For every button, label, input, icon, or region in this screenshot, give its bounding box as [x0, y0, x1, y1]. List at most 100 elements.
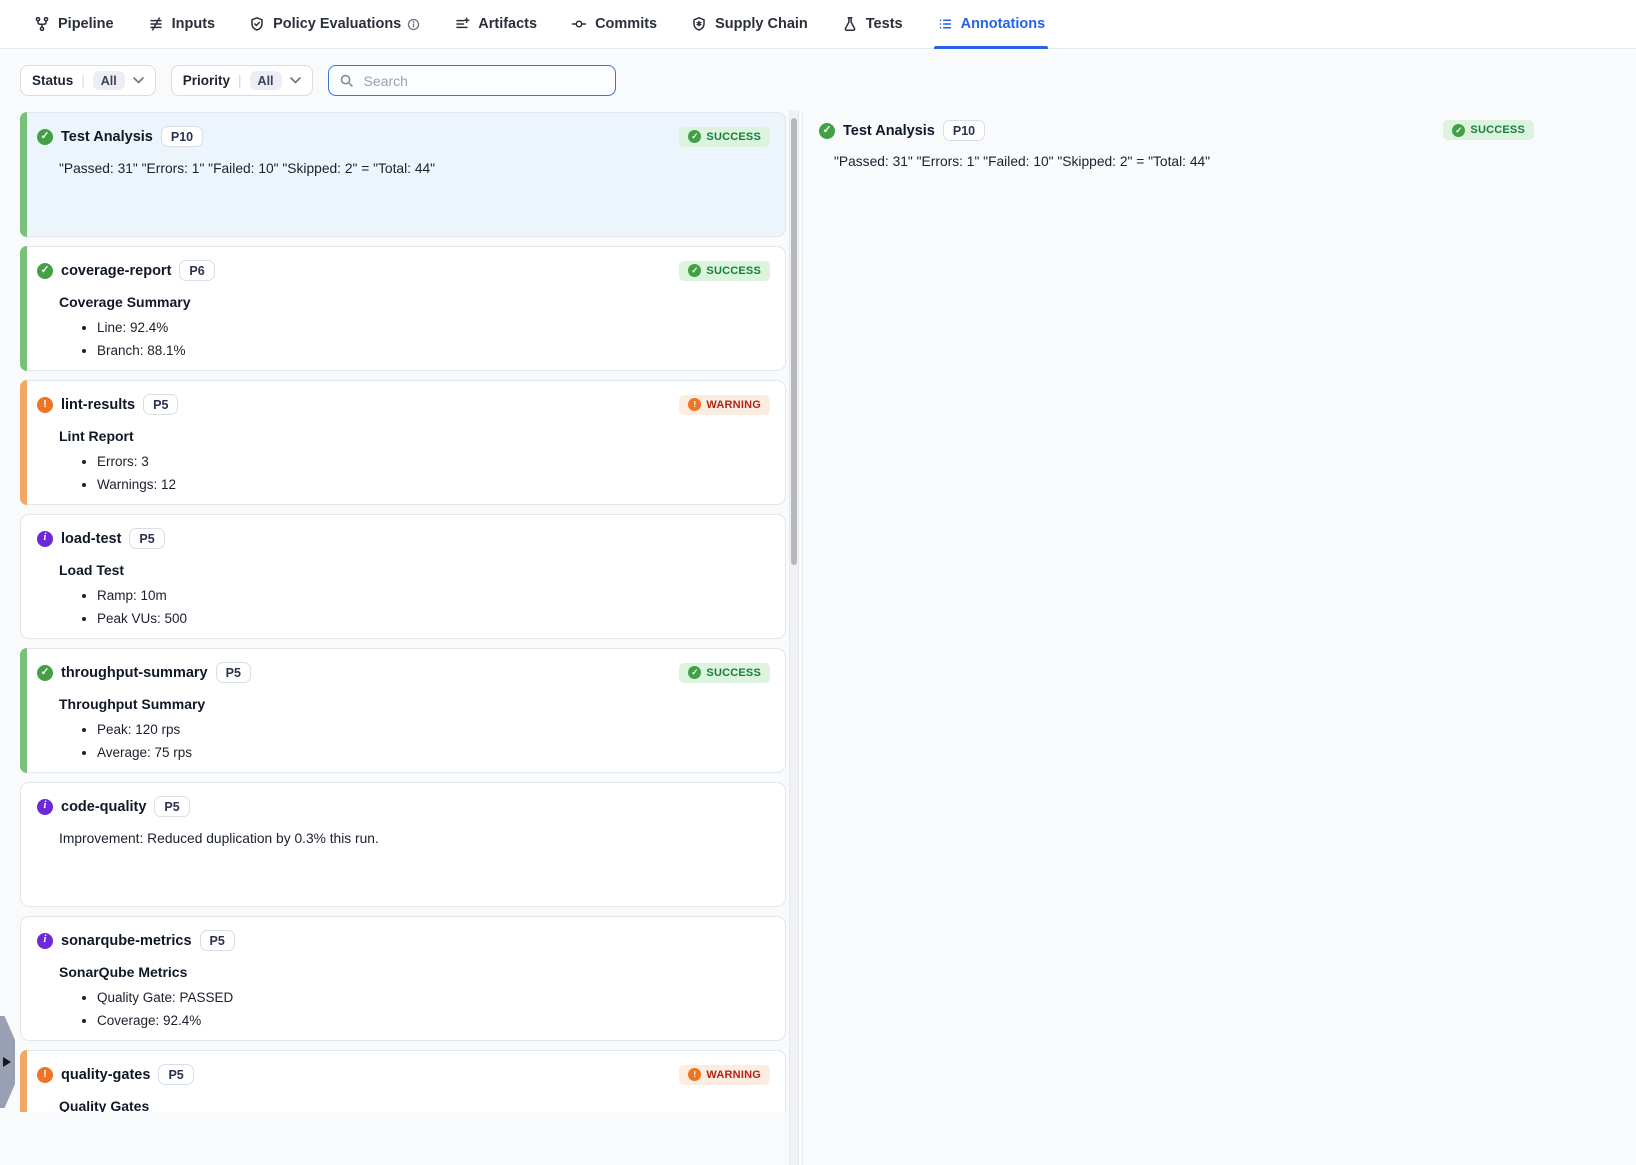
annotation-body: "Passed: 31" "Errors: 1" "Failed: 10" "S… — [59, 160, 770, 177]
tab-policy-evaluations[interactable]: Policy Evaluations — [249, 0, 420, 48]
tab-label: Tests — [866, 16, 903, 32]
tab-label: Annotations — [961, 16, 1046, 32]
check-circle-icon: ✓ — [37, 129, 53, 145]
card-accent-bar — [20, 246, 27, 371]
check-circle-icon: ✓ — [37, 263, 53, 279]
tab-pipeline[interactable]: Pipeline — [34, 0, 114, 48]
status-badge-label: SUCCESS — [706, 265, 761, 277]
info-circle-icon: i — [37, 799, 53, 815]
annotation-body: Lint ReportErrors: 3Warnings: 12 — [59, 428, 770, 494]
scrollbar-track — [789, 110, 799, 1165]
bullet-item: Peak: 120 rps — [97, 722, 770, 739]
info-circle-icon: i — [37, 933, 53, 949]
tab-supply-chain[interactable]: Supply Chain — [691, 0, 808, 48]
annotation-card[interactable]: !quality-gatesP5!WARNINGQuality Gates — [20, 1050, 786, 1112]
search-icon — [339, 73, 354, 88]
annotation-card[interactable]: !lint-resultsP5!WARNINGLint ReportErrors… — [20, 380, 786, 505]
tab-label: Inputs — [172, 16, 216, 32]
card-header: ✓throughput-summaryP5✓SUCCESS — [37, 662, 770, 683]
info-circle-icon: i — [37, 531, 53, 547]
bullet-item: Line: 92.4% — [97, 320, 770, 337]
check-circle-icon: ✓ — [688, 666, 701, 679]
card-header: iload-testP5 — [37, 528, 770, 549]
status-filter-label: Status — [32, 73, 73, 88]
filter-separator: | — [81, 73, 85, 88]
check-circle-icon: ✓ — [688, 130, 701, 143]
card-header: i sonarqube-metrics P5 — [37, 930, 770, 951]
status-badge: ✓SUCCESS — [679, 127, 770, 147]
status-badge-label: SUCCESS — [706, 667, 761, 679]
detail-title: Test Analysis — [843, 123, 935, 139]
annotation-body: Throughput SummaryPeak: 120 rpsAverage: … — [59, 696, 770, 762]
priority-badge: P5 — [200, 930, 235, 951]
priority-filter[interactable]: Priority | All — [171, 65, 313, 96]
bullet-item: Branch: 88.1% — [97, 343, 770, 360]
annotation-card[interactable]: i sonarqube-metrics P5 SonarQube MetricsQua… — [20, 916, 786, 1041]
panel-expand-handle[interactable] — [0, 1016, 15, 1108]
annotation-title: throughput-summary — [61, 665, 208, 681]
card-header: ✓Test AnalysisP10✓SUCCESS — [37, 126, 770, 147]
tab-label: Commits — [595, 16, 657, 32]
annotation-body: Coverage SummaryLine: 92.4%Branch: 88.1% — [59, 294, 770, 360]
priority-filter-label: Priority — [183, 73, 230, 88]
status-badge: !WARNING — [679, 1065, 770, 1085]
annotation-card[interactable]: iload-testP5Load TestRamp: 10mPeak VUs: … — [20, 514, 786, 639]
annotation-body: Quality Gates — [59, 1098, 770, 1112]
annotation-bullets: Peak: 120 rpsAverage: 75 rps — [59, 722, 770, 763]
annotation-card[interactable]: ✓throughput-summaryP5✓SUCCESSThroughput … — [20, 648, 786, 773]
tab-annotations[interactable]: Annotations — [937, 0, 1046, 48]
status-badge: ✓ SUCCESS — [1443, 120, 1534, 140]
status-badge: ✓ SUCCESS — [679, 261, 770, 281]
bullet-item: Warnings: 12 — [97, 477, 770, 494]
bullet-item: Coverage: 92.4% — [97, 1013, 770, 1030]
search-input[interactable] — [362, 72, 605, 90]
tab-tests[interactable]: Tests — [842, 0, 903, 48]
card-accent-bar — [20, 648, 27, 773]
list-plus-icon — [454, 16, 470, 32]
annotation-title: load-test — [61, 531, 121, 547]
status-badge-label: SUCCESS — [1470, 124, 1525, 136]
priority-badge: P10 — [943, 120, 985, 141]
status-badge: !WARNING — [679, 395, 770, 415]
annotation-bullets: Quality Gate: PASSEDCoverage: 92.4% — [59, 990, 770, 1031]
tab-artifacts[interactable]: Artifacts — [454, 0, 537, 48]
tab-inputs[interactable]: Inputs — [148, 0, 216, 48]
shield-check-icon — [249, 16, 265, 32]
card-header: !quality-gatesP5!WARNING — [37, 1064, 770, 1085]
status-filter[interactable]: Status | All — [20, 65, 156, 96]
annotation-bullets: Line: 92.4% Branch: 88.1% — [59, 320, 770, 361]
search-box[interactable] — [328, 65, 616, 96]
annotation-card[interactable]: ✓Test AnalysisP10✓SUCCESS"Passed: 31" "E… — [20, 112, 786, 237]
priority-badge: P5 — [158, 1064, 193, 1085]
status-filter-value: All — [93, 71, 125, 90]
annotation-card[interactable]: ✓coverage-reportP6✓SUCCESSCoverage Summa… — [20, 246, 786, 371]
annotation-card[interactable]: icode-qualityP5Improvement: Reduced dupl… — [20, 782, 786, 907]
scrollbar-thumb[interactable] — [791, 118, 797, 565]
annotations-list: ✓Test AnalysisP10✓SUCCESS"Passed: 31" "E… — [20, 112, 786, 1112]
annotation-title: sonarqube-metrics — [61, 933, 192, 949]
annotation-title: lint-results — [61, 397, 135, 413]
tab-label: Pipeline — [58, 16, 114, 32]
info-circle-icon — [407, 18, 420, 31]
check-circle-icon: ✓ — [1452, 124, 1465, 137]
tab-label: Artifacts — [478, 16, 537, 32]
card-header: icode-qualityP5 — [37, 796, 770, 817]
annotation-title: Test Analysis — [61, 129, 153, 145]
alert-circle-icon: ! — [37, 1067, 53, 1083]
chevron-down-icon — [133, 77, 144, 84]
flask-icon — [842, 16, 858, 32]
filter-bar: Status | All Priority | All — [20, 65, 616, 96]
status-badge-label: WARNING — [706, 1069, 761, 1081]
bullet-item: Peak VUs: 500 — [97, 611, 770, 628]
annotation-body: SonarQube MetricsQuality Gate: PASSEDCov… — [59, 964, 770, 1030]
detail-body-text: "Passed: 31" "Errors: 1" "Failed: 10" "S… — [834, 154, 1636, 169]
card-accent-bar — [20, 112, 27, 237]
priority-badge: P5 — [154, 796, 189, 817]
card-accent-bar — [20, 514, 27, 639]
check-circle-icon: ✓ — [688, 264, 701, 277]
pipeline-icon — [34, 16, 50, 32]
tab-commits[interactable]: Commits — [571, 0, 657, 48]
bullet-item: Errors: 3 — [97, 454, 770, 471]
check-circle-icon: ✓ — [37, 665, 53, 681]
tab-label: Supply Chain — [715, 16, 808, 32]
